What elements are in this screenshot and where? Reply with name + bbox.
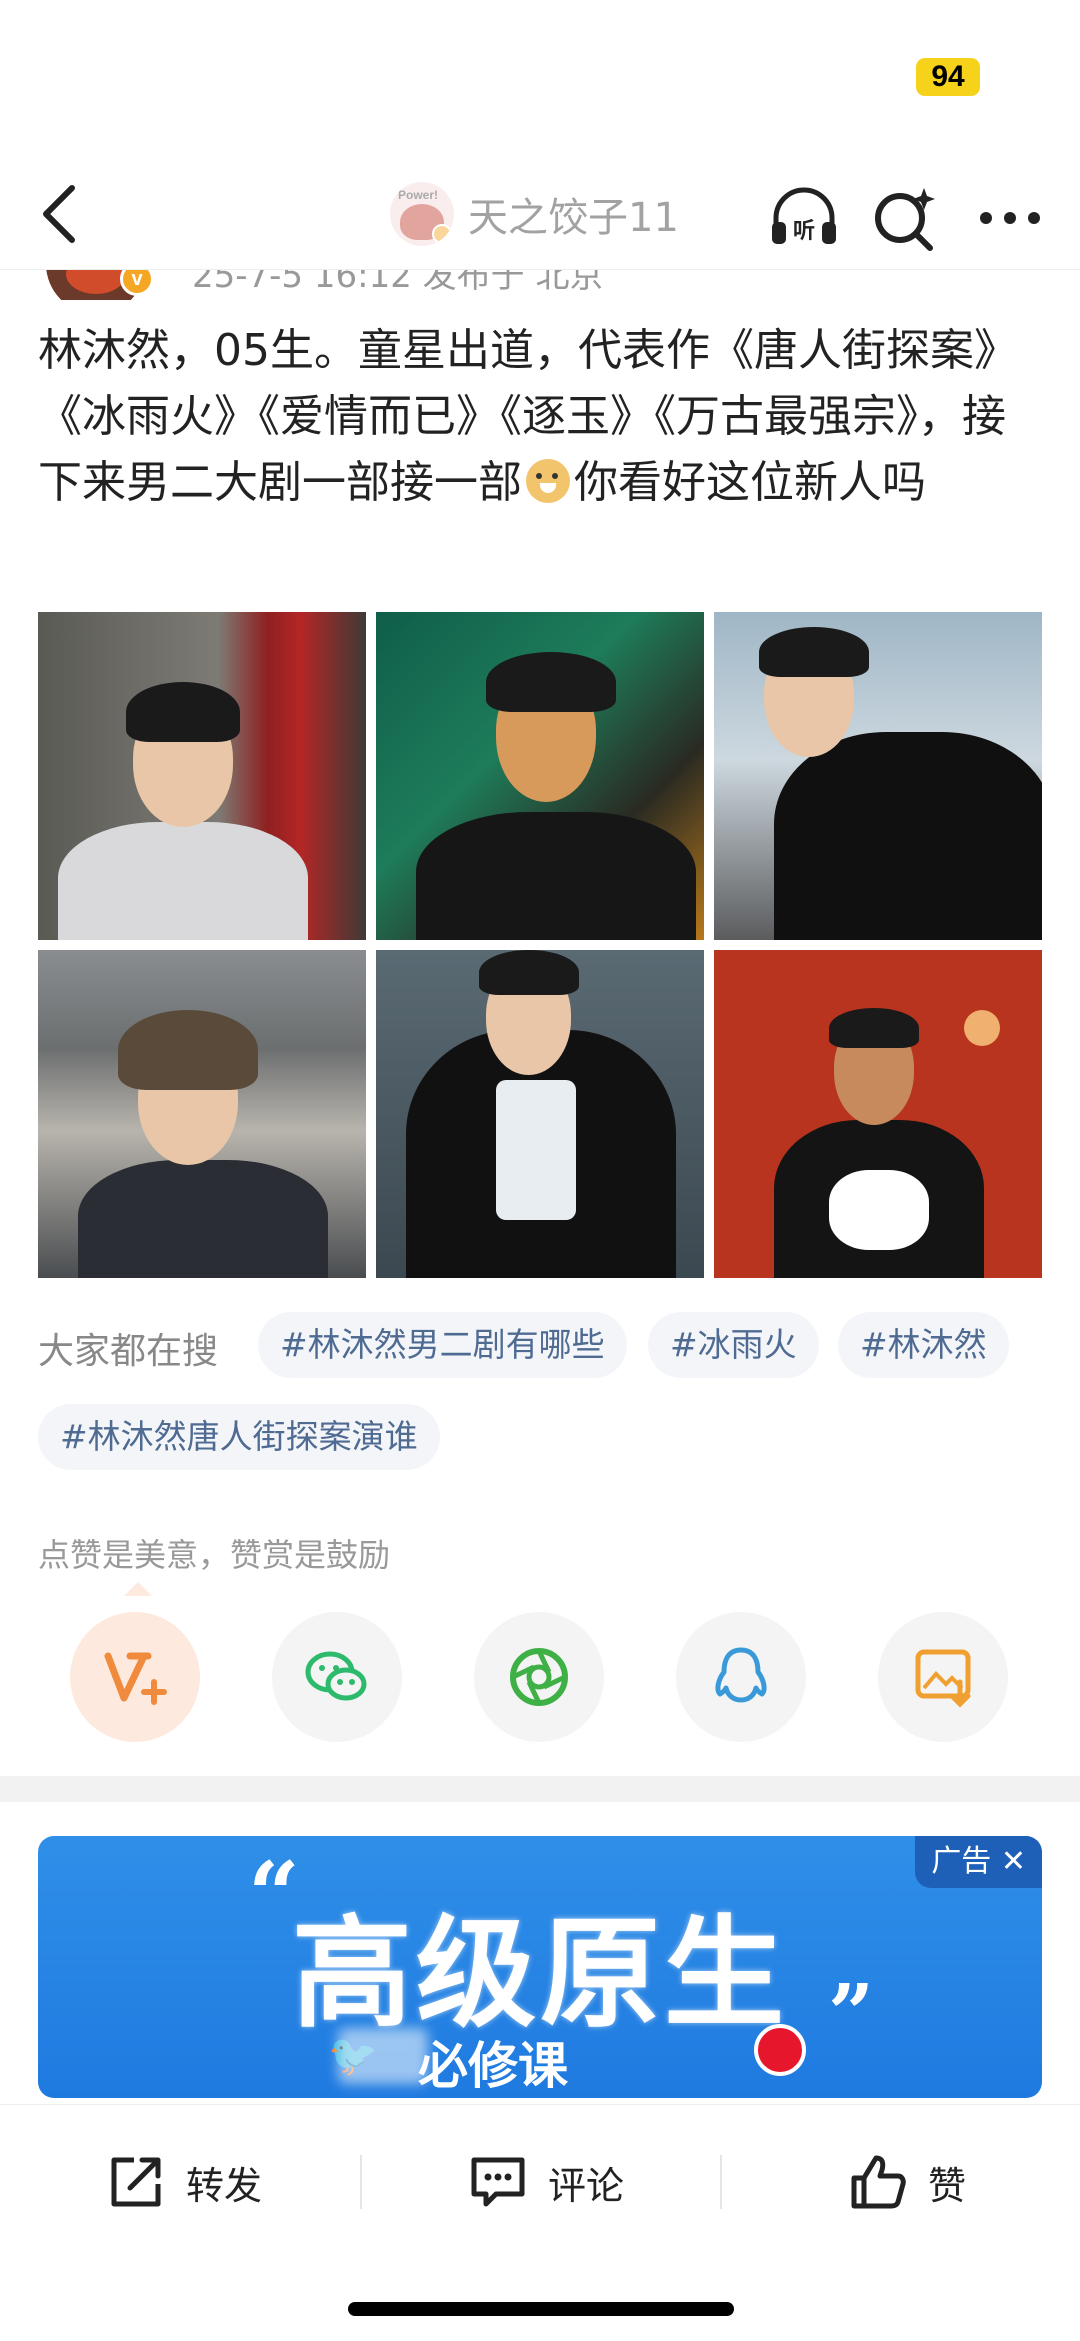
qq-penguin-icon <box>715 1647 767 1703</box>
comment-icon <box>471 2157 525 2207</box>
svg-text:听: 听 <box>793 219 815 244</box>
save-image-button[interactable] <box>878 1612 1008 1742</box>
post-text-part-2: 你看好这位新人吗 <box>574 457 926 508</box>
hot-search-tag[interactable]: #林沐然男二剧有哪些 <box>258 1312 627 1378</box>
avatar-badge-text: Power! <box>398 188 439 202</box>
repost-icon <box>111 2157 161 2207</box>
share-row <box>70 1612 1010 1742</box>
share-wechat-button[interactable] <box>272 1612 402 1742</box>
post-body: 林沐然，05生。童星出道，代表作《唐人街探案》《冰雨火》《爱情而已》《逐玉》《万… <box>38 318 1048 516</box>
repost-label: 转发 <box>186 2163 263 2208</box>
post-header: v 25-7-5 16:12 发布于 北京 <box>0 270 1080 300</box>
share-qq-button[interactable] <box>676 1612 806 1742</box>
ad-blurred-text <box>338 2028 428 2084</box>
battery-indicator: 94 <box>916 58 980 96</box>
post-photo-6[interactable] <box>714 950 1042 1278</box>
comment-button[interactable]: 评论 <box>466 2147 624 2217</box>
post-photo-1[interactable] <box>38 612 366 940</box>
action-divider <box>720 2155 722 2209</box>
ad-headline: 高级原生 <box>292 1905 788 2044</box>
post-photo-4[interactable] <box>38 950 366 1278</box>
save-image-icon <box>915 1649 971 1708</box>
vplus-icon <box>104 1652 167 1705</box>
home-indicator <box>348 2302 734 2316</box>
hot-search-tag[interactable]: #冰雨火 <box>648 1312 819 1378</box>
ad-banner[interactable]: “ 高级原生 ” 🐦 必修课 广告 ✕ <box>38 1836 1042 2098</box>
hot-search-label: 大家都在搜 <box>38 1331 219 1372</box>
post-photo-5[interactable] <box>376 950 704 1278</box>
hot-search-tag[interactable]: #林沐然唐人街探案演谁 <box>38 1404 440 1470</box>
nav-username: 天之饺子11 <box>468 195 679 241</box>
nav-user-info[interactable]: Power! 天之饺子11 <box>390 174 679 254</box>
photo-grid <box>38 612 1042 1278</box>
back-arrow-icon[interactable] <box>22 174 102 254</box>
thumbs-up-icon <box>851 2155 906 2209</box>
ad-close-badge[interactable]: 广告 ✕ <box>915 1836 1042 1888</box>
ad-quote-close: ” <box>828 1966 875 2060</box>
repost-button[interactable]: 转发 <box>104 2147 262 2217</box>
comment-label: 评论 <box>548 2163 625 2208</box>
share-moments-button[interactable] <box>474 1612 604 1742</box>
ad-subheadline: 必修课 <box>418 2037 568 2095</box>
status-bar: 94 <box>0 0 1080 160</box>
reward-hint: 点赞是美意，赞赏是鼓励 <box>38 1536 391 1574</box>
nav-avatar: Power! <box>390 182 454 246</box>
like-button[interactable]: 赞 <box>846 2147 966 2217</box>
wechat-icon <box>305 1651 367 1701</box>
like-label: 赞 <box>928 2163 967 2208</box>
hint-pointer <box>124 1582 152 1596</box>
moments-icon <box>510 1648 568 1706</box>
more-options-icon[interactable] <box>972 180 1048 256</box>
post-timestamp-location: 25-7-5 16:12 发布于 北京 <box>192 270 604 296</box>
verified-badge-icon <box>432 224 452 244</box>
post-photo-3[interactable] <box>714 612 1042 940</box>
post-photo-2[interactable] <box>376 612 704 940</box>
section-divider <box>0 1776 1080 1802</box>
action-divider <box>360 2155 362 2209</box>
weibo-logo-icon <box>754 2024 806 2076</box>
vplus-reward-button[interactable] <box>70 1612 200 1742</box>
search-sparkle-icon[interactable] <box>866 180 942 256</box>
hot-search-tag[interactable]: #林沐然 <box>838 1312 1009 1378</box>
listen-headphones-icon[interactable]: 听 <box>766 180 842 256</box>
top-nav-bar: Power! 天之饺子11 听 <box>0 160 1080 270</box>
doge-emoji-icon <box>526 459 570 503</box>
